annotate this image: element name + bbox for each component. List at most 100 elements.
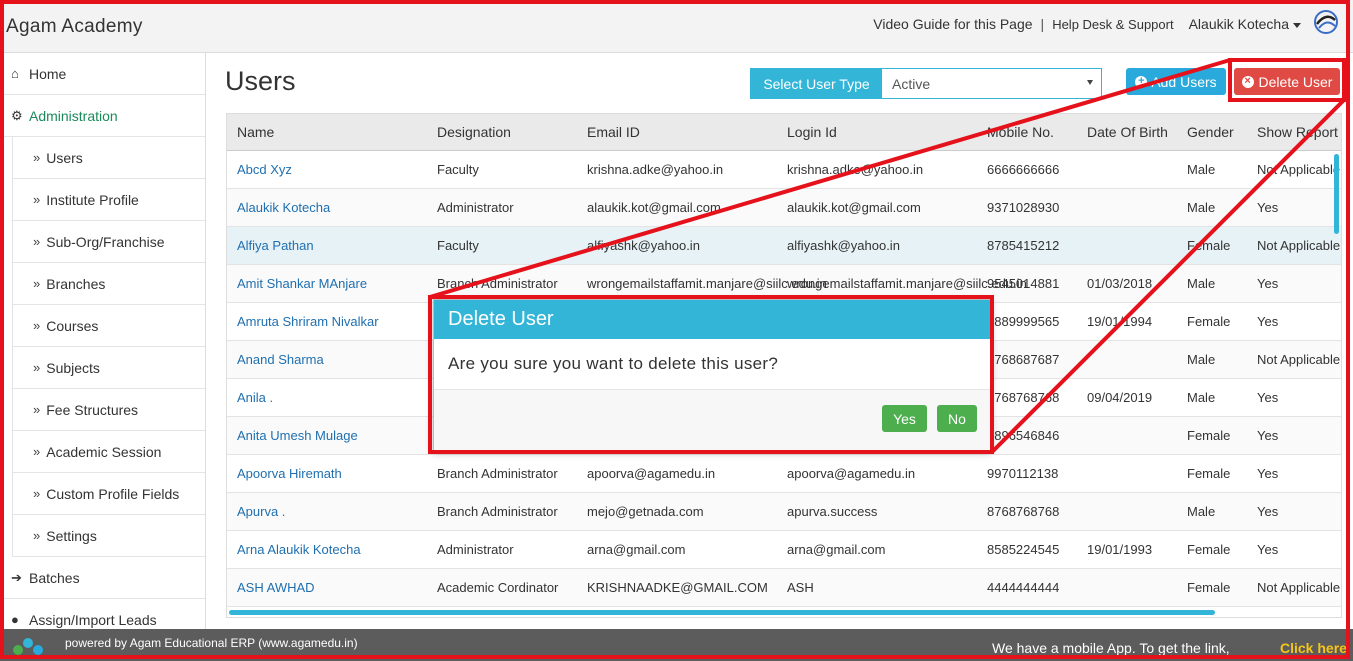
cell-login: apoorva@agamedu.in: [787, 466, 916, 481]
cell-show-report: Yes: [1257, 466, 1279, 481]
table-row[interactable]: Alfiya Pathan Faculty alfiyashk@yahoo.in al…: [227, 227, 1341, 265]
cell-show-report: Yes: [1257, 276, 1279, 291]
user-icon: ●: [11, 612, 19, 627]
sidebar-item-settings[interactable]: » Settings: [12, 515, 205, 557]
sidebar-item-batches[interactable]: ➔ Batches: [0, 557, 205, 599]
cell-show-report: Not Applicable: [1257, 238, 1341, 253]
cell-login: alaukik.kot@gmail.com: [787, 200, 921, 215]
user-name-link[interactable]: Anand Sharma: [237, 352, 324, 367]
vertical-scrollbar[interactable]: [1334, 154, 1339, 234]
cell-show-report: Yes: [1257, 542, 1279, 557]
header-col-mobile[interactable]: Mobile No.: [987, 124, 1054, 140]
double-chevron-icon: »: [33, 444, 41, 459]
user-type-dropdown[interactable]: Active: [882, 69, 1101, 98]
table-row[interactable]: Apoorva Hiremath Branch Administrator apoo…: [227, 455, 1341, 493]
cell-designation: Academic Cordinator: [437, 580, 559, 595]
cell-email: mejo@getnada.com: [587, 504, 704, 519]
user-name-link[interactable]: Amruta Shriram Nivalkar: [237, 314, 379, 329]
sidebar-item-sub-org[interactable]: » Sub-Org/Franchise: [12, 221, 205, 263]
dialog-title: Delete User: [434, 300, 990, 339]
sidebar-item-administration[interactable]: ⚙ Administration: [0, 95, 205, 137]
user-name-link[interactable]: Anila .: [237, 390, 273, 405]
plus-circle-icon: +: [1135, 75, 1148, 88]
sidebar-item-courses[interactable]: » Courses: [12, 305, 205, 347]
user-type-select[interactable]: Select User Type Active: [750, 68, 1102, 99]
sidebar-item-subjects[interactable]: » Subjects: [12, 347, 205, 389]
cell-login: krishna.adke@yahoo.in: [787, 162, 924, 177]
cell-email: KRISHNAADKE@GMAIL.COM: [587, 580, 768, 595]
cell-mobile: 9970112138: [987, 466, 1059, 481]
sidebar-item-label: Fee Structures: [46, 401, 139, 418]
user-name-link[interactable]: Abcd Xyz: [237, 162, 292, 177]
sidebar-item-label: Batches: [29, 569, 80, 586]
cell-show-report: Yes: [1257, 428, 1279, 443]
sidebar-item-custom-profile-fields[interactable]: » Custom Profile Fields: [12, 473, 205, 515]
table-row[interactable]: ASH AWHAD Academic Cordinator KRISHNAADKE@…: [227, 569, 1341, 607]
double-chevron-icon: »: [33, 150, 41, 165]
cell-gender: Female: [1187, 428, 1231, 443]
confirm-yes-button[interactable]: Yes: [882, 405, 927, 432]
cell-mobile: 8896546846: [987, 428, 1060, 443]
confirm-no-button[interactable]: No: [937, 405, 977, 432]
cell-show-report: Not Applicable: [1257, 580, 1341, 595]
user-name-link[interactable]: Arna Alaukik Kotecha: [237, 542, 361, 557]
add-users-button[interactable]: + Add Users: [1126, 68, 1226, 95]
cell-gender: Female: [1187, 238, 1231, 253]
sidebar-item-fee-structures[interactable]: » Fee Structures: [12, 389, 205, 431]
double-chevron-icon: »: [33, 318, 41, 333]
delete-user-label: Delete User: [1258, 73, 1333, 90]
header-col-designation[interactable]: Designation: [437, 124, 511, 140]
sidebar-item-institute-profile[interactable]: » Institute Profile: [12, 179, 205, 221]
sidebar-item-branches[interactable]: » Branches: [12, 263, 205, 305]
user-name-link[interactable]: Anita Umesh Mulage: [237, 428, 358, 443]
horizontal-scrollbar[interactable]: [229, 610, 1215, 615]
header-col-show-report[interactable]: Show Report: [1257, 124, 1338, 140]
sidebar-item-label: Courses: [46, 317, 99, 334]
gear-icon: ⚙: [11, 107, 23, 123]
video-guide-link[interactable]: Video Guide for this Page: [873, 16, 1032, 32]
dialog-message: Are you sure you want to delete this use…: [434, 339, 990, 390]
table-row[interactable]: Apurva . Branch Administrator mejo@getnada…: [227, 493, 1341, 531]
powered-by-text[interactable]: powered by Agam Educational ERP (www.aga…: [65, 636, 358, 650]
times-circle-icon: ×: [1241, 75, 1254, 88]
user-name-link[interactable]: Apoorva Hiremath: [237, 466, 342, 481]
user-type-label: Select User Type: [751, 69, 882, 98]
cell-login: apurva.success: [787, 504, 878, 519]
cell-designation: Branch Administrator: [437, 466, 558, 481]
table-header: Name Designation Email ID Login Id Mobile No…: [227, 114, 1341, 151]
double-chevron-icon: »: [33, 528, 41, 543]
table-row[interactable]: Arna Alaukik Kotecha Administrator arna@gm…: [227, 531, 1341, 569]
header-col-gender[interactable]: Gender: [1187, 124, 1234, 140]
user-name-link[interactable]: Alaukik Kotecha: [237, 200, 330, 215]
click-here-link[interactable]: Click here.: [1280, 640, 1351, 656]
user-menu[interactable]: Alaukik Kotecha: [1189, 16, 1301, 32]
help-desk-link[interactable]: Help Desk & Support: [1052, 17, 1173, 32]
cell-designation: Faculty: [437, 238, 479, 253]
table-row[interactable]: Alaukik Kotecha Administrator alaukik.kot@…: [227, 189, 1341, 227]
table-row[interactable]: Abcd Xyz Faculty krishna.adke@yahoo.in kris…: [227, 151, 1341, 189]
user-name-link[interactable]: Apurva .: [237, 504, 285, 519]
cell-login: alfiyashk@yahoo.in: [787, 238, 900, 253]
user-name-link[interactable]: Amit Shankar MAnjare: [237, 276, 367, 291]
delete-user-button[interactable]: × Delete User: [1234, 68, 1340, 95]
table-row[interactable]: Amit Shankar MAnjare Branch Administrator…: [227, 265, 1341, 303]
cell-designation: Administrator: [437, 200, 514, 215]
sidebar-item-academic-session[interactable]: » Academic Session: [12, 431, 205, 473]
cell-mobile: 9371028930: [987, 200, 1060, 215]
header-col-name[interactable]: Name: [237, 124, 274, 140]
header-col-email[interactable]: Email ID: [587, 124, 640, 140]
page-title: Users: [225, 66, 296, 96]
sidebar-item-users[interactable]: » Users: [12, 137, 205, 179]
user-name-link[interactable]: Alfiya Pathan: [237, 238, 314, 253]
header-col-login[interactable]: Login Id: [787, 124, 837, 140]
cell-gender: Female: [1187, 314, 1231, 329]
cell-dob: 19/01/1994: [1087, 314, 1153, 329]
user-name-link[interactable]: ASH AWHAD: [237, 580, 315, 595]
sidebar-item-label: Settings: [46, 527, 97, 544]
sidebar-item-home[interactable]: ⌂ Home: [0, 53, 205, 95]
cell-gender: Female: [1187, 580, 1231, 595]
cell-mobile: 4444444444: [987, 580, 1060, 595]
app-brand[interactable]: Agam Academy: [6, 16, 143, 38]
header-col-dob[interactable]: Date Of Birth: [1087, 124, 1168, 140]
sidebar-item-label: Home: [29, 65, 67, 82]
